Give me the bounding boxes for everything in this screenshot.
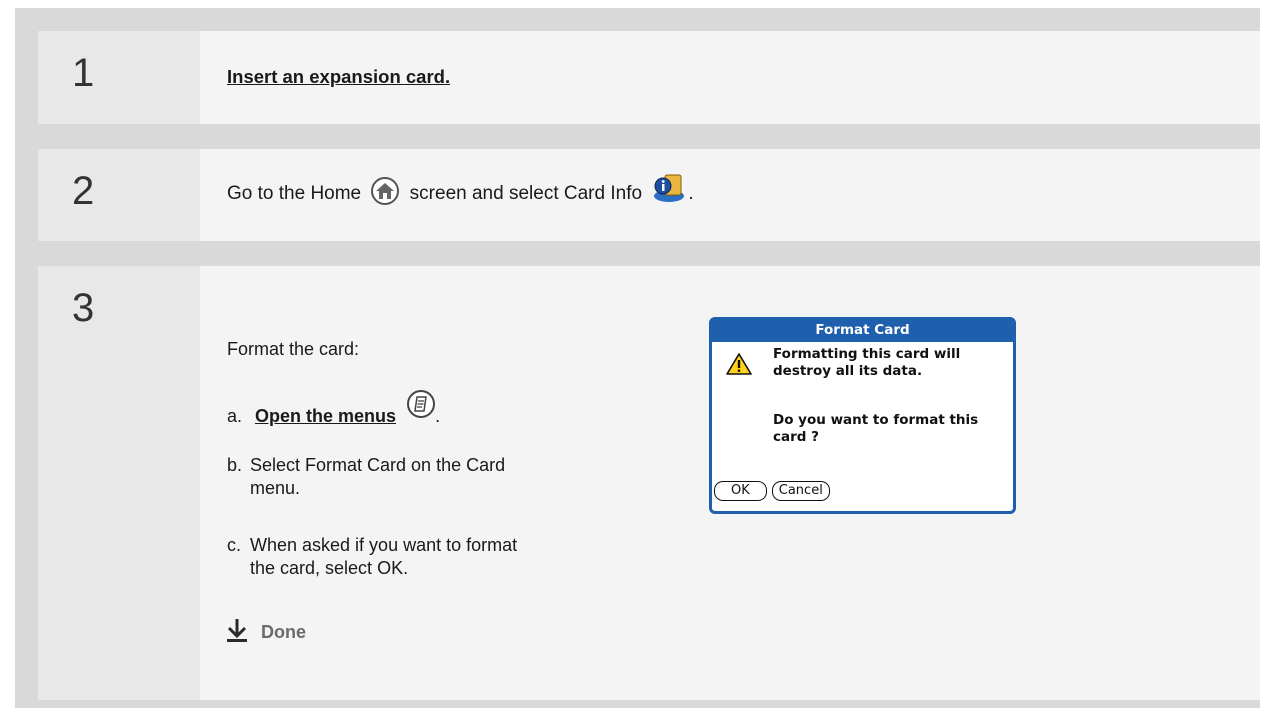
open-menus-link[interactable]: Open the menus: [255, 406, 396, 426]
dialog-question: Do you want to format this card ?: [773, 412, 979, 445]
down-arrow-icon: [227, 618, 247, 647]
step-number: 2: [72, 169, 95, 213]
step-1: 1 Insert an expansion card.: [38, 31, 1260, 124]
step-number-box: 3: [38, 266, 200, 700]
substep-b: b. Select Format Card on the Card menu.: [227, 454, 530, 500]
done-label: Done: [261, 622, 306, 642]
step-number: 1: [72, 51, 95, 95]
step-content: Format the card: a. Open the menus . b. S…: [200, 266, 1260, 700]
substep-a: a. Open the menus .: [227, 390, 441, 428]
ok-button[interactable]: OK: [714, 481, 767, 501]
step-content: Go to the Home screen and select Card In…: [200, 149, 1260, 241]
instruction-panel: 1 Insert an expansion card. 2 Go to the …: [15, 8, 1260, 708]
insert-card-link-period[interactable]: .: [445, 66, 450, 87]
step-number-box: 1: [38, 31, 200, 124]
step-content: Insert an expansion card.: [200, 31, 1260, 124]
menu-icon: [407, 390, 436, 418]
substep-label: c.: [227, 535, 242, 555]
dialog-buttons: OK Cancel: [714, 481, 830, 501]
done-marker: Done: [227, 618, 306, 647]
warning-icon: [726, 352, 752, 381]
step-2-text-before: Go to the Home: [227, 183, 367, 204]
step-2: 2 Go to the Home screen and select Card …: [38, 149, 1260, 241]
step-2-text-middle: screen and select Card Info: [404, 183, 648, 204]
step-number-box: 2: [38, 149, 200, 241]
cancel-button[interactable]: Cancel: [771, 481, 830, 501]
step-1-text: Insert an expansion card.: [227, 66, 450, 88]
substep-c: c. When asked if you want to format the c…: [227, 534, 530, 580]
substep-text: When asked if you want to format the car…: [250, 535, 518, 578]
home-icon: [371, 177, 400, 205]
step-2-text: Go to the Home screen and select Card In…: [227, 174, 694, 210]
step-3-intro: Format the card:: [227, 339, 360, 359]
insert-card-link[interactable]: Insert an expansion card: [227, 66, 445, 87]
card-info-icon: [651, 172, 687, 204]
substep-label: b.: [227, 455, 243, 475]
step-number: 3: [72, 286, 95, 330]
step-2-text-after: .: [688, 183, 694, 204]
format-card-dialog: Format Card Formatting this card will de…: [709, 317, 1016, 514]
substep-label: a.: [227, 406, 243, 426]
dialog-message: Formatting this card will destroy all it…: [773, 346, 961, 379]
substep-a-period: .: [435, 406, 441, 426]
step-3: 3 Format the card: a. Open the menus . b…: [38, 266, 1260, 700]
dialog-title: Format Card: [712, 320, 1013, 342]
substep-text: Select Format Card on the Card menu.: [250, 455, 506, 498]
